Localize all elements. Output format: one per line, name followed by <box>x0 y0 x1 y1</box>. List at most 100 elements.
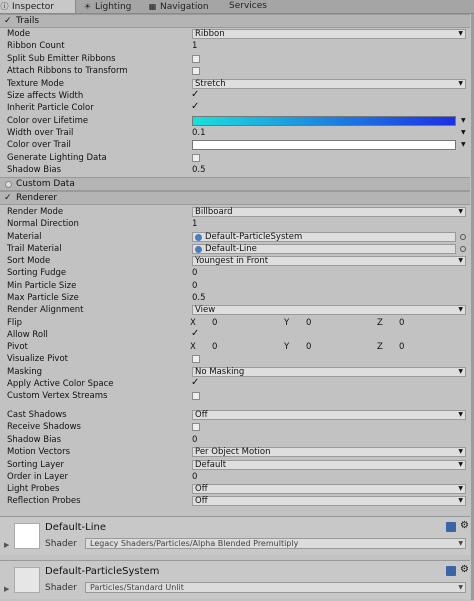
max-particle-size-field[interactable]: 0.5 <box>192 292 206 304</box>
sort-mode-dropdown[interactable]: Youngest in Front ▼ <box>192 256 466 266</box>
field-label: Order in Layer <box>7 472 69 482</box>
field-label: Render Alignment <box>7 305 84 315</box>
foldout-arrow-icon[interactable]: ▶ <box>4 585 9 593</box>
dropdown-value: Per Object Motion <box>195 447 271 457</box>
tab-navigation[interactable]: ▦ Navigation <box>148 0 223 13</box>
pivot-x-field[interactable]: 0 <box>212 341 217 353</box>
inherit-color-checkbox[interactable]: ✓ <box>191 101 199 113</box>
shader-dropdown[interactable]: Legacy Shaders/Particles/Alpha Blended P… <box>85 538 466 549</box>
field-label: Apply Active Color Space <box>7 379 114 389</box>
sorting-layer-dropdown[interactable]: Default ▼ <box>192 460 466 470</box>
axis-label-z: Z <box>377 318 383 328</box>
shader-dropdown[interactable]: Particles/Standard Unlit ▼ <box>85 582 466 593</box>
ribbon-count-field[interactable]: 1 <box>192 40 197 52</box>
object-value: Default-Line <box>205 244 257 254</box>
pivot-row: Pivot X 0 Y 0 Z 0 <box>0 341 470 353</box>
field-label: Split Sub Emitter Ribbons <box>7 54 116 64</box>
tab-label: Lighting <box>95 2 132 12</box>
axis-label-x: X <box>190 342 196 352</box>
foldout-arrow-icon[interactable]: ▶ <box>4 541 9 549</box>
check-icon[interactable]: ✓ <box>4 192 12 204</box>
allow-roll-checkbox[interactable]: ✓ <box>191 328 199 340</box>
pivot-y-field[interactable]: 0 <box>306 341 311 353</box>
tab-services[interactable]: Services <box>229 0 279 13</box>
width-over-trail-field[interactable]: 0.1 <box>192 127 206 139</box>
normal-direction-row: Normal Direction 1 <box>0 218 470 230</box>
generate-lighting-checkbox[interactable] <box>192 154 200 162</box>
material-object-field[interactable]: Default-ParticleSystem <box>192 232 456 242</box>
reflection-probes-dropdown[interactable]: Off ▼ <box>192 496 466 506</box>
min-particle-size-field[interactable]: 0 <box>192 280 197 292</box>
render-mode-dropdown[interactable]: Billboard ▼ <box>192 207 466 217</box>
flip-y-field[interactable]: 0 <box>306 317 311 329</box>
lighting-icon: ☀ <box>83 2 92 11</box>
pivot-z-field[interactable]: 0 <box>399 341 404 353</box>
tab-label: Services <box>229 1 267 11</box>
field-label: Color over Lifetime <box>7 116 89 126</box>
dropdown-arrow-icon: ▼ <box>458 411 463 418</box>
field-label: Sort Mode <box>7 256 51 266</box>
render-mode-row: Render Mode Billboard ▼ <box>0 206 470 218</box>
dropdown-value: Legacy Shaders/Particles/Alpha Blended P… <box>90 539 299 548</box>
material-panel-default-particlesystem: ▶ Default-ParticleSystem Shader Particle… <box>0 560 470 599</box>
renderer-section-header[interactable]: ✓ Renderer <box>0 191 470 205</box>
custom-data-section-header[interactable]: Custom Data <box>0 177 470 191</box>
flip-x-field[interactable]: 0 <box>212 317 217 329</box>
motion-vectors-dropdown[interactable]: Per Object Motion ▼ <box>192 447 466 457</box>
object-value: Default-ParticleSystem <box>205 232 303 242</box>
attach-ribbons-checkbox[interactable] <box>192 67 200 75</box>
field-label: Mode <box>7 29 31 39</box>
tab-lighting[interactable]: ☀ Lighting <box>83 0 143 13</box>
allow-roll-row: Allow Roll ✓ <box>0 328 470 341</box>
cast-shadows-dropdown[interactable]: Off ▼ <box>192 410 466 420</box>
generate-lighting-row: Generate Lighting Data <box>0 152 470 164</box>
object-picker-icon[interactable] <box>460 234 466 240</box>
color-field[interactable] <box>192 140 456 150</box>
sorting-fudge-field[interactable]: 0 <box>192 267 197 279</box>
apply-color-space-checkbox[interactable]: ✓ <box>191 377 199 389</box>
size-affects-width-checkbox[interactable]: ✓ <box>191 89 199 101</box>
field-label: Light Probes <box>7 484 60 494</box>
object-picker-icon[interactable] <box>460 246 466 252</box>
shadow-bias-field[interactable]: 0.5 <box>192 164 206 176</box>
help-book-icon[interactable] <box>446 566 456 576</box>
dropdown-value: Default <box>195 460 227 470</box>
trail-material-object-field[interactable]: Default-Line <box>192 244 456 254</box>
help-book-icon[interactable] <box>446 522 456 532</box>
receive-shadows-checkbox[interactable] <box>192 423 200 431</box>
check-icon[interactable]: ✓ <box>4 15 12 27</box>
field-label: Visualize Pivot <box>7 354 68 364</box>
navigation-icon: ▦ <box>148 2 157 11</box>
dropdown-arrow-icon[interactable]: ▼ <box>461 115 466 127</box>
dropdown-arrow-icon[interactable]: ▼ <box>461 127 466 139</box>
order-in-layer-field[interactable]: 0 <box>192 471 197 483</box>
receive-shadows-row: Receive Shadows <box>0 421 470 433</box>
tab-inspector[interactable]: ⓘ Inspector <box>0 0 76 13</box>
field-label: Ribbon Count <box>7 41 65 51</box>
field-label: Allow Roll <box>7 330 48 340</box>
tab-bar: ⓘ Inspector ☀ Lighting ▦ Navigation Service… <box>0 0 474 14</box>
flip-z-field[interactable]: 0 <box>399 317 404 329</box>
light-probes-dropdown[interactable]: Off ▼ <box>192 484 466 494</box>
dropdown-arrow-icon: ▼ <box>458 461 463 468</box>
trails-section-header[interactable]: ✓ Trails <box>0 14 470 28</box>
gear-icon[interactable]: ⚙ <box>460 564 469 575</box>
masking-dropdown[interactable]: No Masking ▼ <box>192 367 466 377</box>
normal-direction-field[interactable]: 1 <box>192 218 197 230</box>
custom-vertex-streams-checkbox[interactable] <box>192 392 200 400</box>
split-sub-checkbox[interactable] <box>192 55 200 63</box>
shadow-bias-field[interactable]: 0 <box>192 434 197 446</box>
dropdown-arrow-icon: ▼ <box>458 540 463 547</box>
render-alignment-dropdown[interactable]: View ▼ <box>192 305 466 315</box>
dropdown-arrow-icon: ▼ <box>458 485 463 492</box>
gear-icon[interactable]: ⚙ <box>460 520 469 531</box>
module-toggle-icon[interactable] <box>5 181 12 188</box>
texture-mode-dropdown[interactable]: Stretch ▼ <box>192 79 466 89</box>
mode-dropdown[interactable]: Ribbon ▼ <box>192 29 466 39</box>
size-affects-width-row: Size affects Width ✓ <box>0 89 470 102</box>
visualize-pivot-checkbox[interactable] <box>192 355 200 363</box>
dropdown-value: Youngest in Front <box>195 256 269 266</box>
dropdown-arrow-icon: ▼ <box>458 368 463 375</box>
gradient-field[interactable] <box>192 116 456 126</box>
dropdown-arrow-icon[interactable]: ▼ <box>461 139 466 151</box>
